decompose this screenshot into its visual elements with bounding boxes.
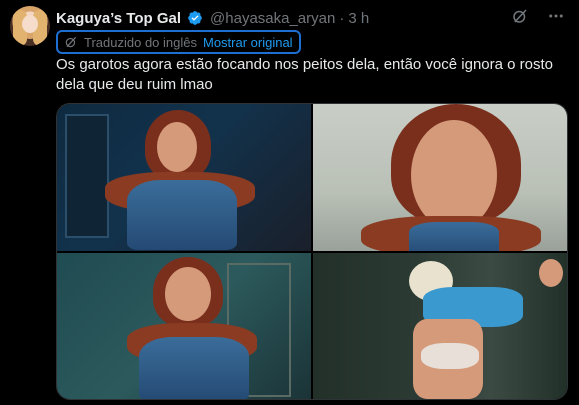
media-image-2[interactable] bbox=[313, 104, 567, 251]
media-image-3[interactable] bbox=[57, 252, 311, 399]
media-image-1[interactable] bbox=[57, 104, 311, 251]
media-grid bbox=[56, 103, 568, 400]
translation-label: Traduzido do inglês bbox=[84, 34, 197, 50]
display-name[interactable]: Kaguya’s Top Gal bbox=[56, 10, 181, 27]
handle[interactable]: @hayasaka_aryan bbox=[210, 10, 335, 27]
timestamp[interactable]: 3 h bbox=[348, 10, 369, 27]
post-actions-top bbox=[511, 7, 565, 25]
translate-icon bbox=[65, 36, 77, 48]
post-header: Kaguya’s Top Gal @hayasaka_aryan · 3 h bbox=[56, 8, 369, 28]
verified-badge-icon bbox=[188, 11, 202, 25]
grok-icon[interactable] bbox=[511, 7, 529, 25]
translation-indicator: Traduzido do inglês Mostrar original bbox=[56, 30, 301, 54]
separator-dot: · bbox=[339, 9, 345, 27]
avatar[interactable] bbox=[10, 6, 50, 46]
avatar-face bbox=[22, 15, 38, 33]
show-original-link[interactable]: Mostrar original bbox=[203, 35, 293, 50]
more-icon[interactable] bbox=[547, 7, 565, 25]
tweet-text: Os garotos agora estão focando nos peito… bbox=[56, 56, 553, 93]
media-image-4[interactable] bbox=[313, 252, 567, 399]
